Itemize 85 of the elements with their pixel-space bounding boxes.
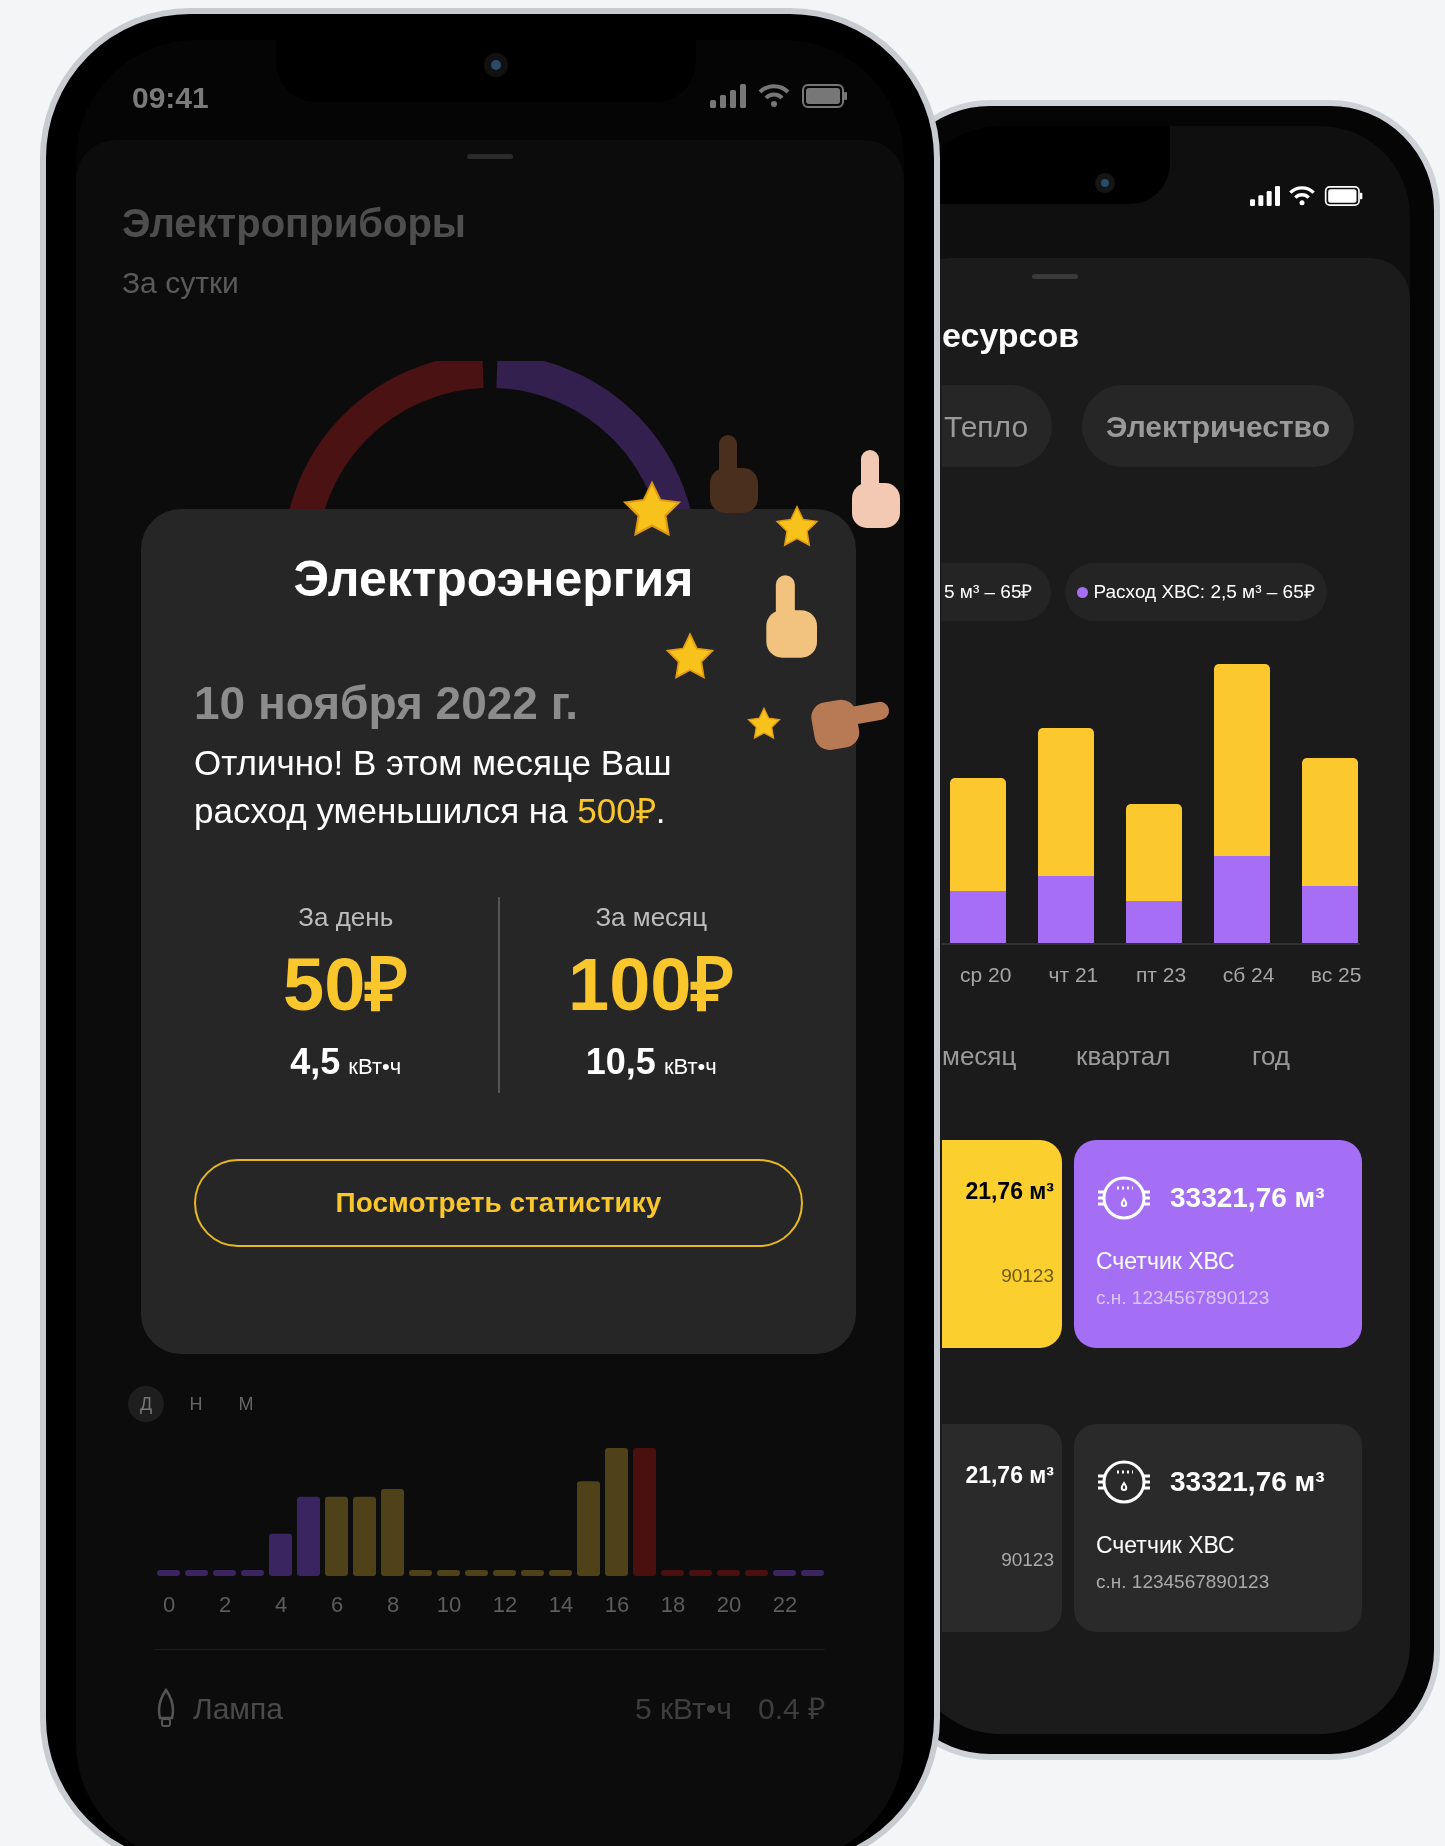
meter-card[interactable]: 33321,76 м³ Счетчик ХВС с.н. 1234567890123 bbox=[1074, 1423, 1362, 1632]
period-toggle[interactable]: Н bbox=[178, 1386, 214, 1422]
battery-icon bbox=[802, 84, 848, 108]
signal-icon bbox=[1250, 186, 1280, 206]
resource-tab[interactable]: Электричество bbox=[1082, 385, 1354, 467]
hour-label: 0 bbox=[161, 1591, 177, 1619]
hour-label: 4 bbox=[273, 1591, 289, 1619]
period-tab[interactable]: год bbox=[1252, 1036, 1290, 1076]
meter-name: Счетчик ХВС bbox=[1096, 1246, 1236, 1276]
day-label: ср 20 bbox=[959, 962, 1013, 988]
resource-tab[interactable]: Тепло bbox=[942, 385, 1053, 467]
hour-bar bbox=[409, 1570, 432, 1576]
sheet-subtitle: За сутки bbox=[121, 265, 240, 301]
stat-unit: кВт•ч bbox=[663, 1053, 717, 1081]
hour-label: 14 bbox=[547, 1591, 575, 1619]
hour-bar bbox=[689, 1570, 712, 1576]
day-label: сб 24 bbox=[1221, 962, 1276, 988]
hour-bar bbox=[185, 1570, 208, 1576]
sheet-title: есурсов bbox=[942, 315, 1081, 355]
hour-bar bbox=[717, 1570, 740, 1576]
hour-bar bbox=[213, 1570, 236, 1576]
day-label: чт 21 bbox=[1047, 962, 1100, 988]
hour-label: 2 bbox=[217, 1591, 233, 1619]
view-statistics-button[interactable]: Посмотреть статистику bbox=[194, 1159, 803, 1247]
stat-value: 4,5 bbox=[290, 1040, 341, 1084]
stat-amount: 50₽ bbox=[283, 943, 409, 1027]
day-label: пт 23 bbox=[1134, 962, 1188, 988]
hour-label: 18 bbox=[659, 1591, 687, 1619]
battery-icon bbox=[1324, 186, 1364, 206]
wifi-icon bbox=[758, 84, 790, 108]
hour-bar bbox=[661, 1570, 684, 1576]
hour-bar bbox=[157, 1570, 180, 1576]
hour-bar bbox=[269, 1533, 292, 1576]
period-tab[interactable]: квартал bbox=[1076, 1036, 1252, 1076]
card-message: Отлично! В этом месяце Ваш расход уменьшился на 500₽. bbox=[194, 742, 673, 832]
stat-label: За месяц bbox=[595, 901, 708, 933]
signal-icon bbox=[710, 84, 746, 108]
hour-label: 6 bbox=[329, 1591, 345, 1619]
status-time: 09:41 bbox=[132, 80, 209, 116]
star-icon bbox=[746, 706, 782, 742]
hour-bar bbox=[745, 1570, 768, 1576]
stat-unit: кВт•ч bbox=[348, 1053, 402, 1081]
hour-label: 12 bbox=[491, 1591, 519, 1619]
meter-serial: 90123 bbox=[1000, 1264, 1054, 1288]
stat-label: За день bbox=[298, 901, 394, 933]
hour-bar bbox=[465, 1570, 488, 1576]
sheet-handle[interactable] bbox=[467, 154, 513, 159]
period-tab[interactable]: месяц bbox=[942, 1036, 1076, 1076]
meter-reading: 33321,76 м³ bbox=[1170, 1464, 1325, 1499]
meter-serial: с.н. 1234567890123 bbox=[1096, 1570, 1271, 1594]
stat-value: 10,5 bbox=[585, 1040, 656, 1084]
meter-name: Счетчик ХВС bbox=[1096, 1530, 1236, 1560]
hour-bar bbox=[521, 1570, 544, 1576]
meter-serial: с.н. 1234567890123 bbox=[1096, 1286, 1271, 1310]
hour-label: 8 bbox=[385, 1591, 401, 1619]
hour-label: 16 bbox=[603, 1591, 631, 1619]
hour-bar bbox=[773, 1570, 796, 1576]
hour-bar bbox=[493, 1570, 516, 1576]
hour-label: 10 bbox=[435, 1591, 463, 1619]
meter-reading: 21,76 м³ bbox=[965, 1460, 1054, 1490]
hour-bar bbox=[801, 1570, 824, 1576]
stat-amount: 100₽ bbox=[568, 943, 735, 1027]
meter-card[interactable]: 21,76 м³ 90123 bbox=[942, 1423, 1062, 1632]
bulb-icon bbox=[155, 1687, 177, 1730]
meter-card[interactable]: 33321,76 м³ Счетчик ХВС с.н. 1234567890123 bbox=[1074, 1139, 1362, 1348]
hour-bar bbox=[437, 1570, 460, 1576]
hour-bar bbox=[549, 1570, 572, 1576]
meter-card[interactable]: 21,76 м³ 90123 bbox=[942, 1139, 1062, 1348]
device-name: Лампа bbox=[193, 1691, 283, 1727]
legend-text: Расход ХВС: 2,5 м³ – 65₽ bbox=[1093, 579, 1315, 604]
meter-reading: 33321,76 м³ bbox=[1170, 1180, 1325, 1215]
sheet-title: Электроприборы bbox=[121, 200, 467, 247]
wifi-icon bbox=[1288, 186, 1316, 206]
day-label: вс 25 bbox=[1309, 962, 1363, 988]
hour-bar bbox=[241, 1570, 264, 1576]
hour-label: 22 bbox=[771, 1591, 799, 1619]
hour-label: 20 bbox=[715, 1591, 743, 1619]
period-toggle[interactable]: Д bbox=[128, 1386, 164, 1422]
meter-serial: 90123 bbox=[1000, 1548, 1054, 1572]
period-toggle[interactable]: М bbox=[228, 1386, 264, 1422]
legend-text: 5 м³ – 65₽ bbox=[944, 579, 1033, 604]
card-title: Электроэнергия bbox=[292, 550, 695, 609]
sheet-handle[interactable] bbox=[1032, 274, 1078, 279]
card-date: 10 ноября 2022 г. bbox=[194, 676, 579, 731]
meter-reading: 21,76 м³ bbox=[965, 1176, 1054, 1206]
